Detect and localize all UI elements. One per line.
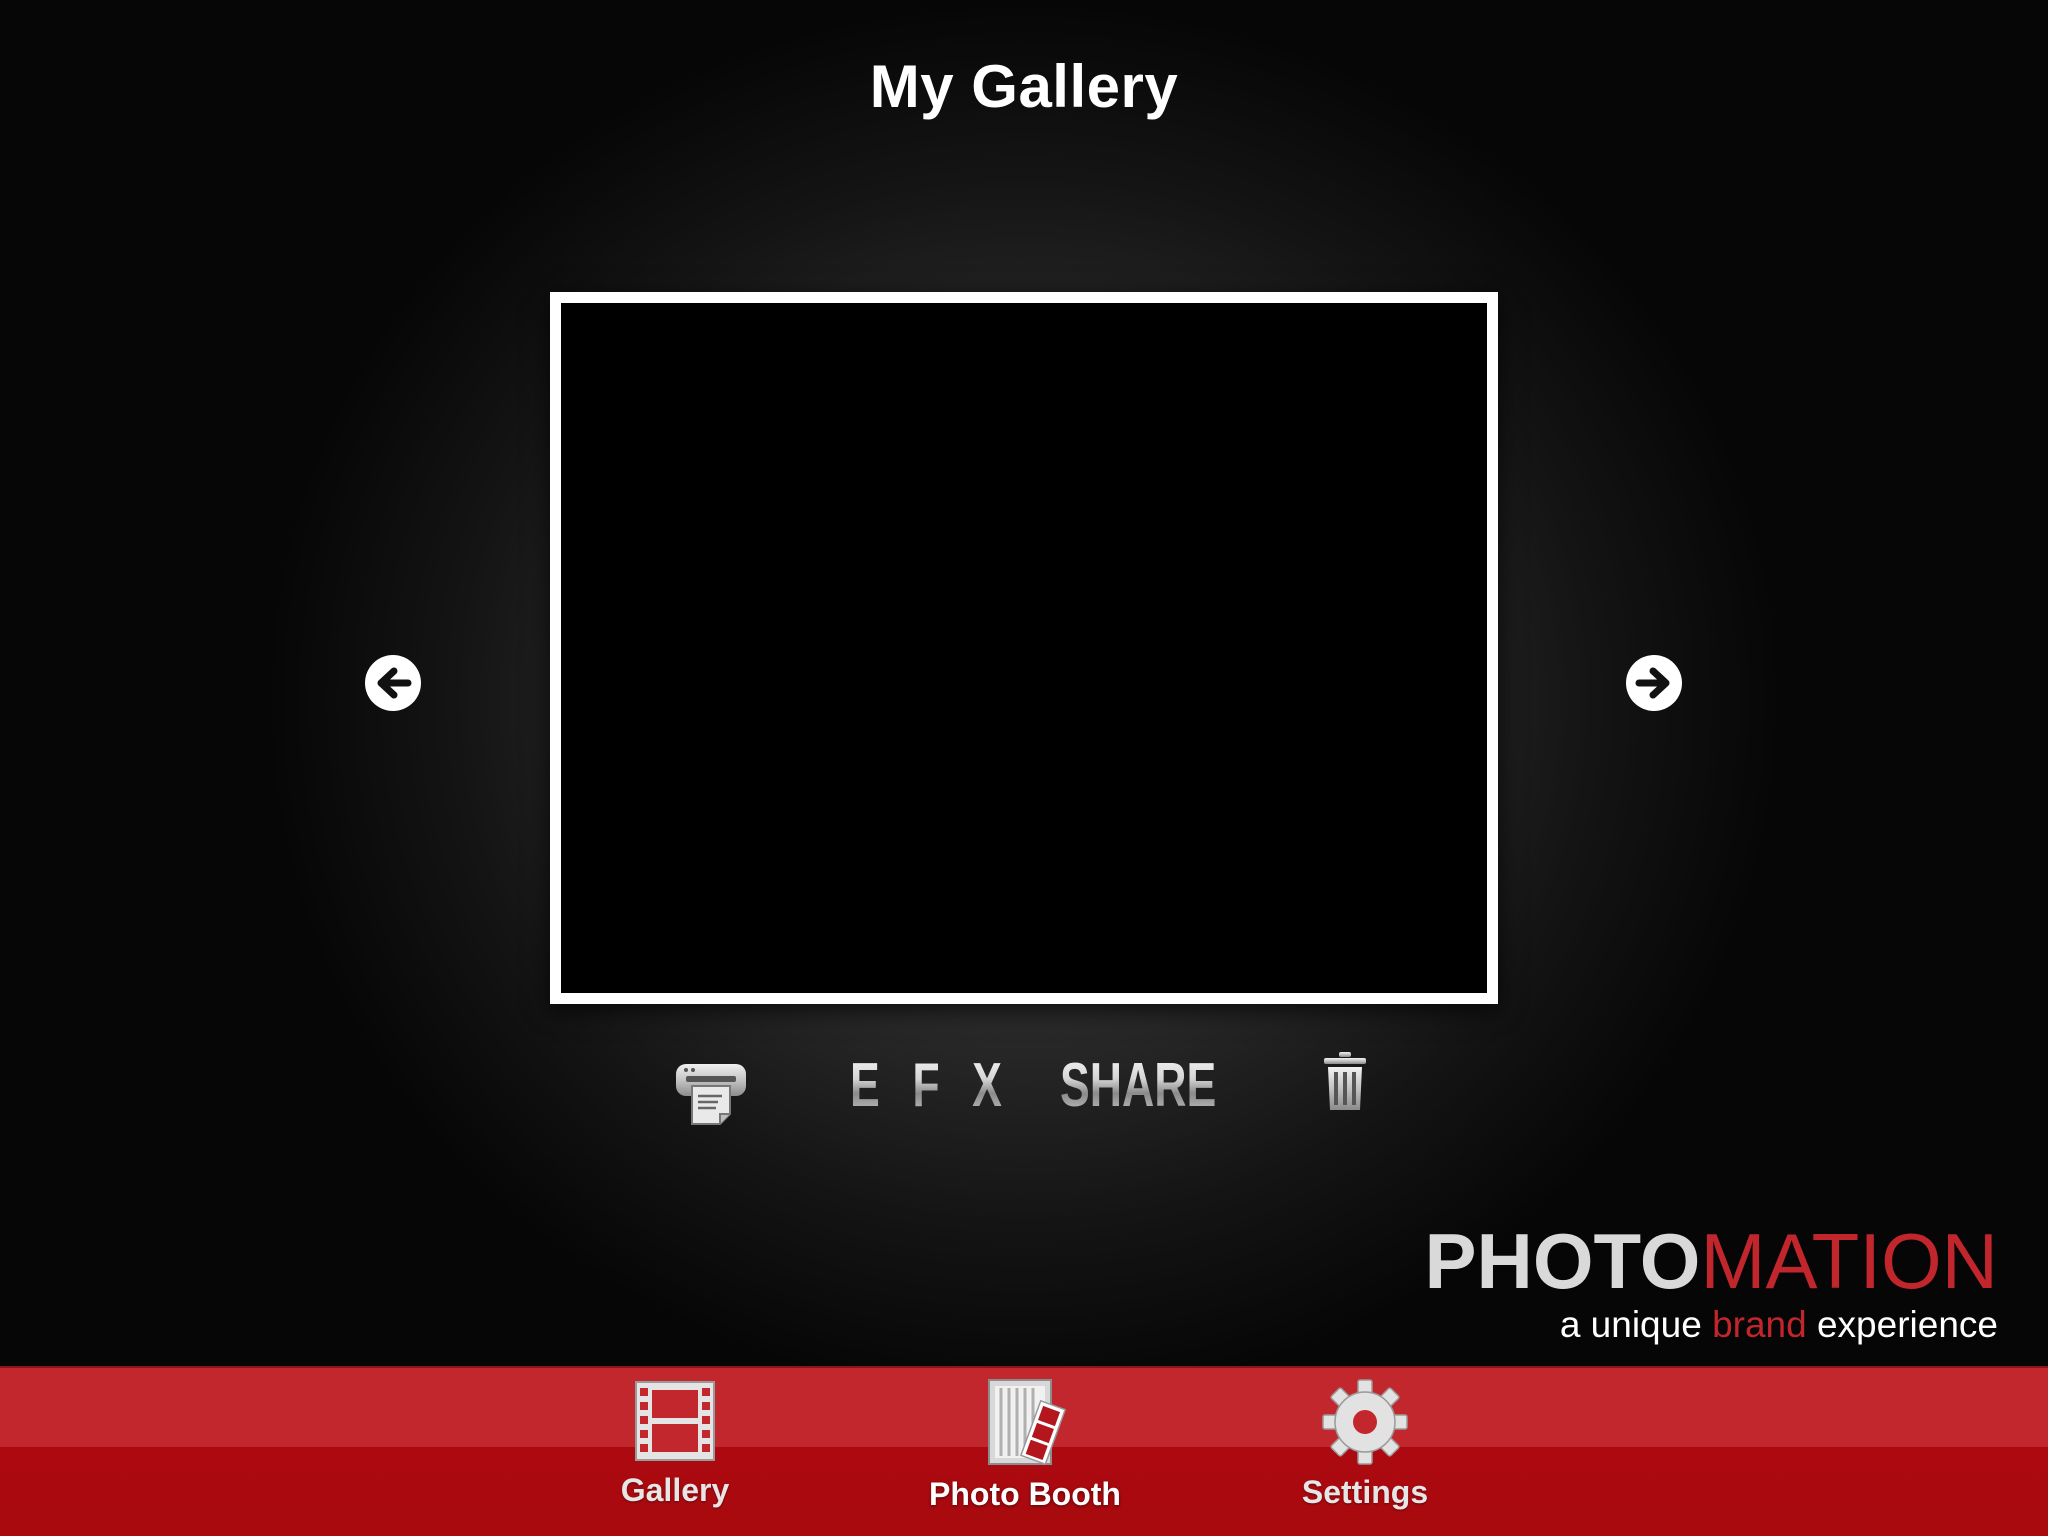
previous-photo-button[interactable] — [364, 654, 422, 712]
efx-button[interactable]: E F X — [850, 1055, 1075, 1117]
photo-viewer[interactable] — [550, 292, 1498, 1004]
share-label: SHARE — [1060, 1051, 1217, 1120]
film-strip-icon — [635, 1381, 715, 1461]
tab-settings[interactable]: Settings — [1280, 1378, 1450, 1511]
trash-icon — [1324, 1052, 1366, 1110]
tagline-end: experience — [1806, 1304, 1998, 1345]
efx-label: E F X — [850, 1051, 1013, 1120]
tab-settings-label: Settings — [1301, 1474, 1429, 1510]
brand-tagline: a unique brand experience — [1425, 1304, 1998, 1346]
delete-button[interactable] — [1322, 1052, 1368, 1110]
photomation-logo: PHOTOMATION a unique brand experience — [1425, 1222, 1998, 1346]
tab-gallery-label: Gallery — [620, 1472, 730, 1508]
tab-bar: Gallery Photo Booth Settings — [0, 1366, 2048, 1536]
tagline-accent: brand — [1712, 1304, 1807, 1345]
tagline-start: a unique — [1559, 1304, 1713, 1345]
tab-photo-booth-label: Photo Booth — [929, 1476, 1121, 1512]
page-title: My Gallery — [869, 53, 1179, 120]
print-button[interactable] — [672, 1058, 750, 1126]
next-photo-button[interactable] — [1625, 654, 1683, 712]
arrow-right-circle-icon — [1626, 655, 1682, 711]
brand-name: PHOTOMATION — [1425, 1222, 1998, 1300]
printer-icon — [676, 1064, 746, 1125]
brand-name-part1: PHOTO — [1424, 1217, 1701, 1305]
arrow-left-circle-icon — [365, 655, 421, 711]
brand-name-part2: MATION — [1700, 1217, 1998, 1305]
photo-booth-icon — [988, 1379, 1067, 1466]
tab-gallery[interactable]: Gallery — [600, 1378, 750, 1509]
share-button[interactable]: SHARE — [1060, 1055, 1277, 1117]
app-screen: My Gallery E F X SHARE PHOTOMATION a uni… — [0, 0, 2048, 1536]
gear-icon — [1322, 1379, 1408, 1465]
tab-photo-booth[interactable]: Photo Booth — [900, 1378, 1150, 1513]
